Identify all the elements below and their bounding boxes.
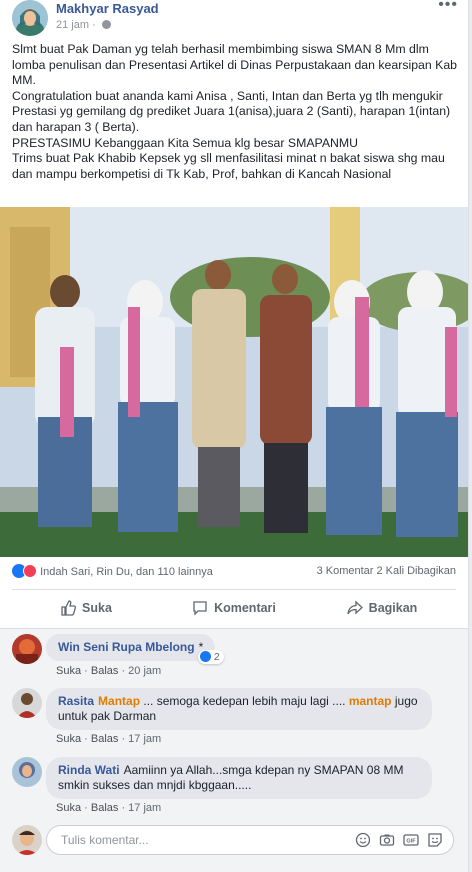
more-options-icon[interactable]: •••	[438, 0, 458, 14]
post-paragraph: Congratulation buat ananda kami Anisa , …	[12, 88, 451, 134]
comment-time[interactable]: 17 jam	[128, 733, 161, 745]
svg-text:GIF: GIF	[406, 839, 416, 845]
reactors-text[interactable]: Indah Sari, Rin Du, dan 110 lainnya	[40, 566, 213, 578]
sticker-icon[interactable]	[427, 832, 443, 848]
like-reaction-icon	[200, 651, 211, 662]
like-button[interactable]: Suka	[12, 591, 160, 625]
commenter-avatar[interactable]	[12, 757, 42, 787]
author-name[interactable]: Makhyar Rasyad	[56, 1, 159, 16]
comment-like-badge[interactable]: 2	[198, 650, 224, 664]
gif-icon[interactable]: GIF	[403, 832, 419, 848]
post-header: Makhyar Rasyad 21 jam · •••	[12, 0, 460, 40]
post-photo[interactable]	[0, 207, 468, 557]
comment-meta: Suka · Balas · 17 jam	[56, 802, 162, 814]
comment-text-part: Mantap	[98, 694, 141, 708]
post-time[interactable]: 21 jam	[56, 19, 89, 31]
commenter-name[interactable]: Rasita	[58, 694, 94, 708]
comment-button[interactable]: Komentari	[160, 591, 308, 625]
like-label: Suka	[82, 601, 112, 615]
comments-section: Win Seni Rupa Mbelong * 2 Suka · Balas · …	[0, 629, 468, 872]
love-reaction-icon	[23, 564, 37, 578]
author-avatar[interactable]	[12, 0, 48, 36]
share-count[interactable]: 2 Kali Dibagikan	[377, 565, 457, 577]
post-actions: Suka Komentari Bagikan	[12, 591, 456, 625]
comment-item: Win Seni Rupa Mbelong * 2 Suka · Balas · …	[12, 634, 462, 684]
comment-input[interactable]	[59, 832, 313, 848]
commenter-avatar[interactable]	[12, 634, 42, 664]
commenter-avatar[interactable]	[12, 688, 42, 718]
comment-reply-link[interactable]: Balas	[91, 733, 119, 745]
post-card: Makhyar Rasyad 21 jam · ••• Slmt buat Pa…	[0, 0, 469, 872]
globe-icon	[101, 20, 111, 29]
post-paragraph: PRESTASIMU Kebanggaan Kita Semua klg bes…	[12, 135, 359, 150]
comment-bubble: Rinda Wati Aamiinn ya Allah...smga kdepan…	[46, 757, 432, 799]
share-button[interactable]: Bagikan	[308, 591, 456, 625]
comment-like-count: 2	[213, 651, 220, 663]
comment-time[interactable]: 17 jam	[128, 802, 161, 814]
share-icon	[347, 600, 363, 615]
like-icon	[61, 600, 77, 616]
comment-item: Rasita Mantap ... semoga kedepan lebih ma…	[12, 688, 462, 748]
comment-icon	[193, 601, 207, 616]
camera-icon[interactable]	[379, 832, 395, 848]
comment-label: Komentari	[214, 601, 276, 615]
reaction-stats: Indah Sari, Rin Du, dan 110 lainnya 3 Ko…	[12, 564, 456, 582]
comment-text-part: mantap	[348, 694, 392, 708]
comment-composer: GIF	[46, 825, 454, 855]
comment-like-link[interactable]: Suka	[56, 802, 81, 814]
comment-reply-link[interactable]: Balas	[91, 665, 119, 677]
comment-item: Rinda Wati Aamiinn ya Allah...smga kdepan…	[12, 757, 462, 817]
post-paragraph: Slmt buat Pak Daman yg telah berhasil me…	[12, 42, 458, 88]
meta-separator: ·	[92, 19, 96, 31]
comment-meta: Suka · Balas · 17 jam	[56, 733, 162, 745]
comment-count[interactable]: 3 Komentar	[317, 565, 374, 577]
post-text: Slmt buat Pak Daman yg telah berhasil me…	[12, 42, 460, 182]
comment-like-link[interactable]: Suka	[56, 665, 81, 677]
divider	[12, 589, 456, 590]
share-label: Bagikan	[368, 601, 418, 615]
post-paragraph: Trims buat Pak Khabib Kepsek yg sll menf…	[12, 151, 445, 181]
comment-text-part: ... semoga kedepan lebih maju lagi ....	[140, 694, 349, 708]
emoji-icon[interactable]	[355, 832, 371, 848]
current-user-avatar[interactable]	[12, 825, 42, 855]
comment-reply-link[interactable]: Balas	[91, 802, 119, 814]
comment-bubble: Win Seni Rupa Mbelong *	[46, 634, 216, 661]
comment-bubble: Rasita Mantap ... semoga kedepan lebih ma…	[46, 688, 432, 730]
comment-meta: Suka · Balas · 20 jam	[56, 665, 162, 677]
commenter-name[interactable]: Rinda Wati	[58, 763, 120, 777]
commenter-name[interactable]: Win Seni Rupa Mbelong	[58, 640, 195, 654]
post-meta: 21 jam ·	[56, 19, 111, 31]
comment-like-link[interactable]: Suka	[56, 733, 81, 745]
comment-time[interactable]: 20 jam	[128, 665, 161, 677]
